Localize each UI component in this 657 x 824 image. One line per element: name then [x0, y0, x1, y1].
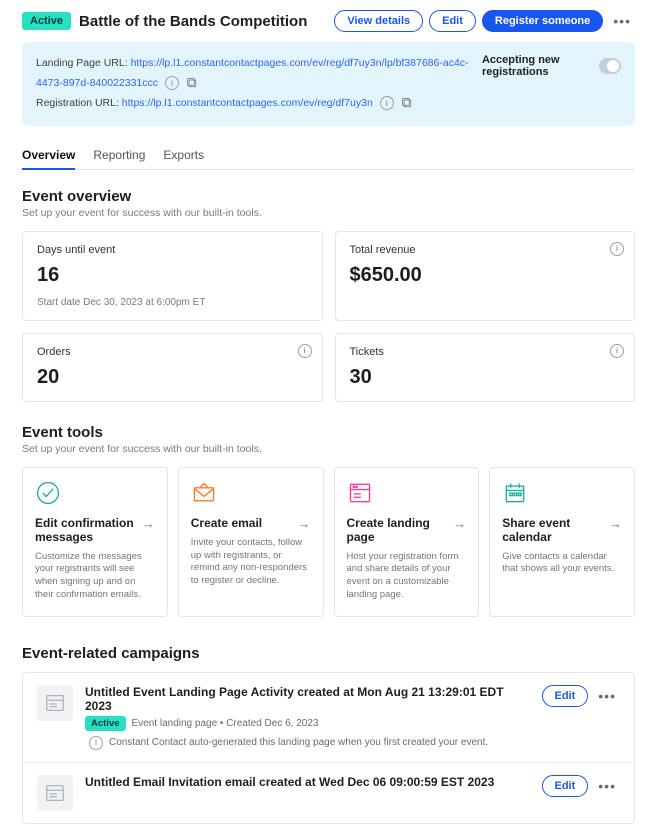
campaign-note-text: Constant Contact auto-generated this lan…: [109, 737, 488, 748]
overview-subtext: Set up your event for success with our b…: [22, 207, 635, 219]
tool-create-email[interactable]: Create email → Invite your contacts, fol…: [178, 467, 324, 617]
header-actions: View details Edit Register someone •••: [334, 10, 635, 32]
campaigns-heading: Event-related campaigns: [22, 645, 635, 662]
tab-exports[interactable]: Exports: [163, 142, 204, 169]
stat-value: 20: [37, 366, 308, 389]
tool-desc: Customize the messages your registrants …: [35, 551, 155, 602]
tool-desc: Host your registration form and share de…: [347, 551, 467, 602]
more-menu-button[interactable]: •••: [609, 13, 635, 29]
info-icon: i: [89, 736, 103, 750]
landing-page-thumbnail-icon: [37, 685, 73, 721]
stat-label: Tickets: [350, 346, 621, 358]
stat-value: $650.00: [350, 264, 621, 287]
landing-page-row: Landing Page URL: https://lp.l1.constant…: [36, 54, 482, 94]
stat-label: Orders: [37, 346, 308, 358]
arrow-right-icon: →: [298, 516, 311, 531]
envelope-icon: [191, 480, 217, 506]
event-title: Battle of the Bands Competition: [79, 13, 326, 30]
accepting-toggle[interactable]: [599, 58, 621, 74]
start-date-value: Dec 30, 2023 at 6:00pm ET: [83, 297, 205, 308]
tab-reporting[interactable]: Reporting: [93, 142, 145, 169]
campaign-item: Untitled Event Landing Page Activity cre…: [23, 673, 634, 763]
tool-title: Create landing page: [347, 516, 448, 545]
card-orders: i Orders 20: [22, 333, 323, 402]
stat-label: Days until event: [37, 244, 308, 256]
url-panel: Landing Page URL: https://lp.l1.constant…: [22, 42, 635, 126]
tools-subtext: Set up your event for success with our b…: [22, 443, 635, 455]
stat-label: Total revenue: [350, 244, 621, 256]
card-days-until-event: Days until event 16 Start date Dec 30, 2…: [22, 231, 323, 321]
campaign-item: Untitled Email Invitation email created …: [23, 763, 634, 823]
overview-heading: Event overview: [22, 188, 635, 205]
campaign-actions: Edit •••: [542, 775, 621, 797]
arrow-right-icon: →: [142, 516, 155, 531]
checkmark-circle-icon: [35, 480, 61, 506]
tool-title: Share event calendar: [502, 516, 603, 545]
edit-button[interactable]: Edit: [429, 10, 476, 32]
view-details-button[interactable]: View details: [334, 10, 423, 32]
landing-page-label: Landing Page URL:: [36, 57, 128, 69]
registration-url-row: Registration URL: https://lp.l1.constant…: [36, 94, 482, 114]
campaign-meta: Active Event landing page • Created Dec …: [85, 716, 530, 731]
registration-label: Registration URL:: [36, 97, 119, 109]
info-icon[interactable]: i: [298, 344, 312, 358]
edit-button[interactable]: Edit: [542, 685, 589, 707]
tool-title: Create email: [191, 516, 262, 530]
campaign-title: Untitled Email Invitation email created …: [85, 775, 530, 789]
calendar-icon: [502, 480, 528, 506]
tab-overview[interactable]: Overview: [22, 142, 75, 170]
email-thumbnail-icon: [37, 775, 73, 811]
tools-heading: Event tools: [22, 424, 635, 441]
register-someone-button[interactable]: Register someone: [482, 10, 603, 32]
campaign-actions: Edit •••: [542, 685, 621, 707]
copy-icon[interactable]: [186, 77, 198, 89]
card-total-revenue: i Total revenue $650.00: [335, 231, 636, 321]
tool-create-landing-page[interactable]: Create landing page → Host your registra…: [334, 467, 480, 617]
stat-value: 30: [350, 366, 621, 389]
arrow-right-icon: →: [609, 516, 622, 531]
stat-extra: Start date Dec 30, 2023 at 6:00pm ET: [37, 297, 308, 308]
tool-desc: Invite your contacts, follow up with reg…: [191, 537, 311, 588]
tool-edit-confirmation[interactable]: Edit confirmation messages → Customize t…: [22, 467, 168, 617]
start-date-label: Start date: [37, 297, 80, 308]
tool-share-calendar[interactable]: Share event calendar → Give contacts a c…: [489, 467, 635, 617]
status-badge: Active: [22, 12, 71, 30]
tabs: Overview Reporting Exports: [22, 142, 635, 170]
campaign-body: Untitled Email Invitation email created …: [85, 775, 530, 792]
accepting-label: Accepting new registrations: [482, 54, 591, 78]
status-badge: Active: [85, 716, 126, 731]
more-menu-button[interactable]: •••: [594, 688, 620, 704]
registration-link[interactable]: https://lp.l1.constantcontactpages.com/e…: [122, 97, 373, 109]
info-icon[interactable]: i: [610, 344, 624, 358]
tool-grid: Edit confirmation messages → Customize t…: [22, 467, 635, 617]
url-lines: Landing Page URL: https://lp.l1.constant…: [36, 54, 482, 114]
campaign-body: Untitled Event Landing Page Activity cre…: [85, 685, 530, 750]
arrow-right-icon: →: [453, 516, 466, 531]
copy-icon[interactable]: [401, 97, 413, 109]
tool-desc: Give contacts a calendar that shows all …: [502, 551, 622, 577]
header: Active Battle of the Bands Competition V…: [22, 10, 635, 32]
info-icon[interactable]: i: [610, 242, 624, 256]
more-menu-button[interactable]: •••: [594, 778, 620, 794]
accepting-registrations: Accepting new registrations: [482, 54, 621, 78]
webpage-icon: [347, 480, 373, 506]
edit-button[interactable]: Edit: [542, 775, 589, 797]
campaign-title: Untitled Event Landing Page Activity cre…: [85, 685, 530, 713]
stat-grid: Days until event 16 Start date Dec 30, 2…: [22, 231, 635, 402]
campaign-meta-text: Event landing page • Created Dec 6, 2023: [132, 718, 319, 729]
info-icon[interactable]: i: [165, 76, 179, 90]
campaigns-list: Untitled Event Landing Page Activity cre…: [22, 672, 635, 824]
stat-value: 16: [37, 264, 308, 287]
info-icon[interactable]: i: [380, 96, 394, 110]
campaign-note: i Constant Contact auto-generated this l…: [85, 736, 530, 750]
tool-title: Edit confirmation messages: [35, 516, 136, 545]
card-tickets: i Tickets 30: [335, 333, 636, 402]
